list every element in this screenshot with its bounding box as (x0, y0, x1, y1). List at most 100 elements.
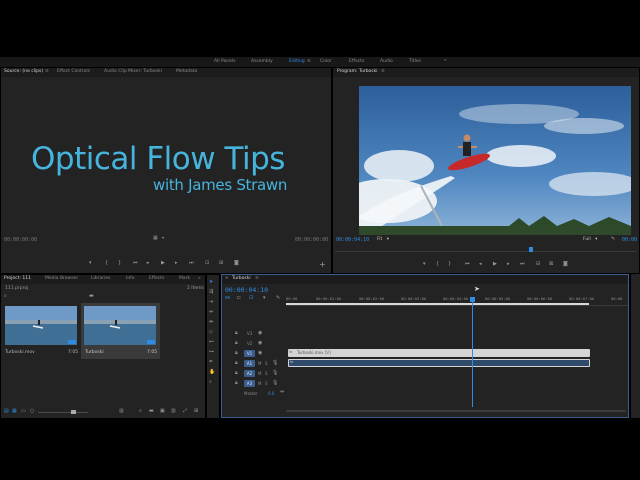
workspace-overflow-icon[interactable]: » (444, 58, 447, 63)
lock-icon[interactable]: 🔒︎ (235, 371, 238, 376)
program-step-back-icon[interactable]: ◂ (479, 262, 482, 267)
go-to-out-icon[interactable]: ⏭ (189, 261, 194, 266)
automate-icon[interactable]: ▥ (119, 409, 124, 414)
tab-info[interactable]: Info (126, 276, 135, 281)
selection-tool-icon[interactable]: ➤ (209, 280, 213, 285)
rolling-edit-tool-icon[interactable]: ⇹ (209, 310, 213, 315)
program-mark-out-icon[interactable]: } (448, 262, 451, 267)
list-view-icon[interactable]: ▤ (4, 409, 9, 414)
insert-icon[interactable]: ⊡ (205, 261, 209, 266)
microphone-icon[interactable]: 🎙︎ (272, 371, 278, 376)
lock-icon[interactable]: 🔒︎ (235, 361, 238, 366)
program-go-to-out-icon[interactable]: ⏭ (520, 262, 525, 267)
settings-wrench-icon[interactable]: ✎ (611, 237, 615, 242)
tab-effect-controls[interactable]: Effect Controls (57, 69, 90, 74)
solo-toggle[interactable]: S (265, 371, 268, 376)
program-mark-in-icon[interactable]: { (436, 262, 439, 267)
lock-icon[interactable]: 🔒︎ (235, 351, 238, 356)
program-quality-select[interactable]: Full ▾ (583, 237, 597, 242)
work-area-bar[interactable] (286, 303, 589, 305)
mark-in-icon[interactable]: { (105, 261, 108, 266)
program-export-frame-icon[interactable]: ◙ (563, 262, 568, 267)
slide-tool-icon[interactable]: ⊶ (209, 350, 214, 355)
master-skip-icon[interactable]: ⇹ (280, 390, 284, 395)
slip-tool-icon[interactable]: ⊷ (209, 340, 214, 345)
tab-source[interactable]: Source: (no clips) (4, 69, 43, 74)
marker-icon[interactable]: ▾ (89, 261, 92, 266)
export-frame-icon[interactable]: ◙ (234, 261, 239, 266)
master-volume[interactable]: 0.0 (268, 391, 274, 396)
tab-metadata[interactable]: Metadata (176, 69, 197, 74)
list-item[interactable]: Turboski 7:05 (81, 303, 160, 359)
mute-toggle[interactable]: M (258, 371, 261, 376)
project-search-icon[interactable]: ⌕ (4, 294, 7, 299)
program-go-to-in-icon[interactable]: ⏮ (465, 262, 470, 267)
eye-icon[interactable]: ◉ (258, 341, 262, 346)
mark-out-icon[interactable]: } (118, 261, 121, 266)
add-marker-icon[interactable]: ▾ (263, 296, 266, 301)
timeline-menu-icon[interactable]: ≡ (255, 276, 259, 281)
go-to-in-icon[interactable]: ⏮ (133, 261, 138, 266)
program-marker-icon[interactable]: ▾ (423, 262, 426, 267)
audio-clip[interactable]: fx (288, 359, 590, 367)
solo-toggle[interactable]: S (265, 361, 268, 366)
source-add-icon[interactable]: + (319, 261, 326, 269)
program-menu-icon[interactable]: ≡ (381, 69, 385, 74)
program-timecode[interactable]: 00:00:04:10 (336, 237, 369, 243)
program-fit-select[interactable]: Fit ▾ (377, 237, 389, 242)
new-item-icon[interactable]: ▣ (160, 409, 165, 414)
program-scrub-bar[interactable] (335, 247, 637, 252)
source-dropdown-icon[interactable]: ▾ (162, 236, 164, 240)
tab-markers[interactable]: Mark (179, 276, 190, 281)
eye-icon[interactable]: ◉ (258, 331, 262, 336)
lock-icon[interactable]: 🔒︎ (235, 341, 238, 346)
mute-toggle[interactable]: M (258, 381, 261, 386)
playhead-handle[interactable] (470, 297, 475, 302)
program-playhead[interactable] (529, 247, 533, 252)
timeline-close-icon[interactable]: ✕ (225, 276, 228, 280)
play-icon[interactable]: ▶ (161, 261, 165, 266)
workspace-menu-icon[interactable]: ≡ (307, 59, 311, 64)
new-bin-folder-icon[interactable]: ▬ (89, 294, 94, 299)
timeline-scroll-thumb[interactable] (286, 410, 626, 412)
overwrite-icon[interactable]: ⊞ (219, 261, 223, 266)
program-step-forward-icon[interactable]: ▸ (507, 262, 510, 267)
icon-view-icon[interactable]: ▦ (12, 409, 17, 414)
video-clip[interactable]: fx Turboski.mov [V] (288, 349, 590, 357)
timeline-playhead[interactable] (470, 297, 475, 407)
workspace-all-panels[interactable]: All Panels (214, 59, 236, 64)
tab-audio-clip-mixer[interactable]: Audio Clip Mixer: Turboski (104, 69, 162, 74)
microphone-icon[interactable]: 🎙︎ (272, 381, 278, 386)
program-lift-icon[interactable]: ⊟ (536, 262, 540, 267)
workspace-assembly[interactable]: Assembly (251, 59, 273, 64)
zoom-out-icon[interactable]: ○ (30, 409, 34, 414)
microphone-icon[interactable]: 🎙︎ (272, 361, 278, 366)
rate-stretch-tool-icon[interactable]: ⇼ (209, 320, 213, 325)
source-grid-icon[interactable]: ▦ (153, 236, 158, 241)
track-target-a3[interactable]: A3 (244, 380, 255, 387)
razor-tool-icon[interactable]: ◇ (209, 330, 213, 335)
workspace-audio[interactable]: Audio (380, 59, 393, 64)
lock-icon[interactable]: 🔒︎ (235, 381, 238, 386)
track-target-a1[interactable]: A1 (244, 360, 255, 367)
find-icon[interactable]: ⌕ (139, 409, 142, 414)
step-forward-icon[interactable]: ▸ (175, 261, 178, 266)
panel-settings-icon[interactable]: ⊞ (194, 409, 198, 414)
mute-toggle[interactable]: M (258, 361, 261, 366)
tab-effects[interactable]: Effects (149, 276, 164, 281)
eye-icon[interactable]: ◉ (258, 351, 262, 356)
timeline-timecode[interactable]: 00:00:04:10 (225, 286, 268, 294)
pen-tool-icon[interactable]: ✒ (209, 360, 213, 365)
track-target-v1[interactable]: V1 (244, 350, 255, 357)
nest-icon[interactable]: ⊏ (237, 296, 241, 301)
workspace-color[interactable]: Color (320, 59, 332, 64)
tab-sequence[interactable]: Turboski (232, 276, 251, 281)
workspace-effects[interactable]: Effects (349, 59, 364, 64)
source-menu-icon[interactable]: ≡ (45, 69, 49, 74)
tab-libraries[interactable]: Libraries (91, 276, 110, 281)
track-target-a2[interactable]: A2 (244, 370, 255, 377)
zoom-slider-handle[interactable] (71, 410, 76, 414)
expand-icon[interactable]: ⤢ (183, 409, 187, 414)
track-select-tool-icon[interactable]: ⇶ (209, 290, 213, 295)
lock-icon[interactable]: 🔒︎ (235, 331, 238, 336)
